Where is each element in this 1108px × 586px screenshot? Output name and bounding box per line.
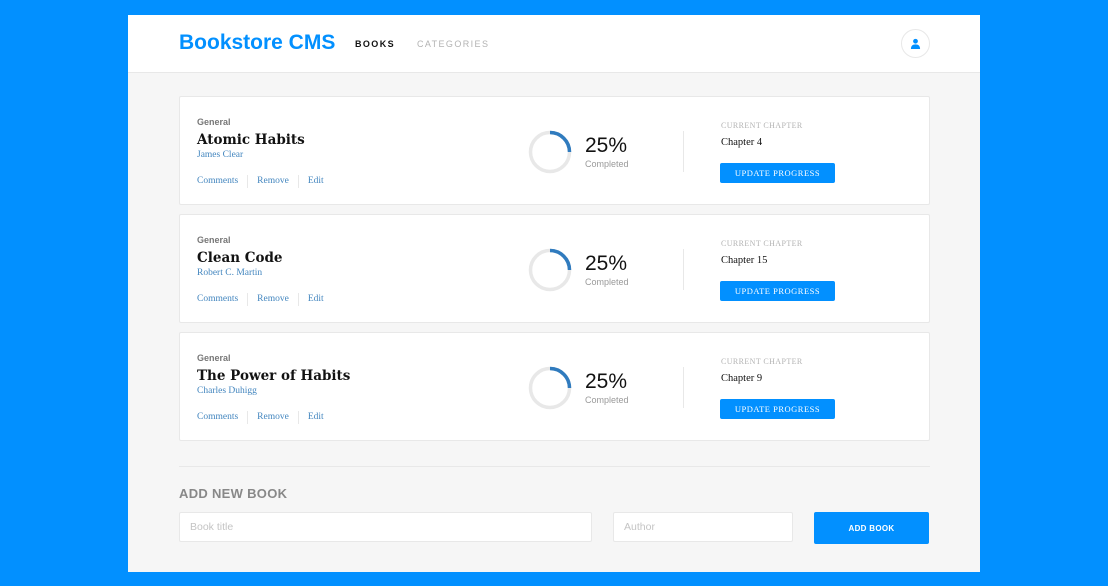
progress-ring bbox=[528, 248, 572, 292]
book-title: Atomic Habits bbox=[197, 132, 305, 148]
progress-divider bbox=[683, 131, 684, 172]
progress-ring-svg bbox=[528, 366, 572, 410]
book-genre: General bbox=[197, 117, 231, 127]
completed-label: Completed bbox=[585, 277, 629, 287]
nav-categories-link[interactable]: CATEGORIES bbox=[417, 39, 489, 49]
completed-label: Completed bbox=[585, 159, 629, 169]
remove-button[interactable]: Remove bbox=[257, 412, 289, 425]
progress-percent: 25% bbox=[585, 252, 628, 275]
remove-button[interactable]: Remove bbox=[257, 294, 289, 307]
form-divider bbox=[179, 466, 930, 467]
update-progress-button[interactable]: UPDATE PROGRESS bbox=[720, 399, 835, 419]
comments-button[interactable]: Comments bbox=[197, 412, 238, 425]
progress-divider bbox=[683, 249, 684, 290]
header: Bookstore CMS BOOKS CATEGORIES bbox=[128, 15, 980, 73]
current-chapter-label: CURRENT CHAPTER bbox=[721, 239, 803, 248]
progress-ring-svg bbox=[528, 130, 572, 174]
comments-button[interactable]: Comments bbox=[197, 294, 238, 307]
action-divider bbox=[247, 175, 249, 188]
progress-percent: 25% bbox=[585, 134, 628, 157]
update-progress-button[interactable]: UPDATE PROGRESS bbox=[720, 163, 835, 183]
book-card: General The Power of Habits Charles Duhi… bbox=[179, 332, 930, 441]
add-book-button[interactable]: ADD BOOK bbox=[814, 512, 929, 544]
update-progress-button[interactable]: UPDATE PROGRESS bbox=[720, 281, 835, 301]
book-card: General Atomic Habits James Clear Commen… bbox=[179, 96, 930, 205]
action-divider bbox=[297, 175, 299, 188]
progress-ring-svg bbox=[528, 248, 572, 292]
edit-button[interactable]: Edit bbox=[308, 176, 324, 189]
book-actions: Comments Remove Edit bbox=[197, 293, 324, 307]
book-title-input[interactable] bbox=[179, 512, 592, 542]
book-genre: General bbox=[197, 235, 231, 245]
action-divider bbox=[247, 411, 249, 424]
book-genre: General bbox=[197, 353, 231, 363]
current-chapter-value: Chapter 4 bbox=[721, 137, 763, 148]
book-author[interactable]: Charles Duhigg bbox=[197, 386, 257, 396]
current-chapter-label: CURRENT CHAPTER bbox=[721, 121, 803, 130]
app-panel: Bookstore CMS BOOKS CATEGORIES General A… bbox=[128, 15, 980, 572]
action-divider bbox=[297, 293, 299, 306]
action-divider bbox=[247, 293, 249, 306]
remove-button[interactable]: Remove bbox=[257, 176, 289, 189]
progress-ring bbox=[528, 366, 572, 410]
logo: Bookstore CMS bbox=[179, 31, 336, 54]
progress-divider bbox=[683, 367, 684, 408]
add-book-heading: ADD NEW BOOK bbox=[179, 486, 288, 501]
book-actions: Comments Remove Edit bbox=[197, 175, 324, 189]
completed-label: Completed bbox=[585, 395, 629, 405]
edit-button[interactable]: Edit bbox=[308, 412, 324, 425]
edit-button[interactable]: Edit bbox=[308, 294, 324, 307]
current-chapter-value: Chapter 15 bbox=[721, 255, 768, 266]
nav-books-link[interactable]: BOOKS bbox=[355, 39, 395, 49]
current-chapter-label: CURRENT CHAPTER bbox=[721, 357, 803, 366]
book-card: General Clean Code Robert C. Martin Comm… bbox=[179, 214, 930, 323]
author-input[interactable] bbox=[613, 512, 793, 542]
book-actions: Comments Remove Edit bbox=[197, 411, 324, 425]
user-icon bbox=[910, 38, 921, 49]
book-author[interactable]: Robert C. Martin bbox=[197, 268, 262, 278]
current-chapter-value: Chapter 9 bbox=[721, 373, 763, 384]
book-author[interactable]: James Clear bbox=[197, 150, 243, 160]
user-button[interactable] bbox=[901, 29, 930, 58]
book-title: The Power of Habits bbox=[197, 368, 351, 384]
progress-ring bbox=[528, 130, 572, 174]
action-divider bbox=[297, 411, 299, 424]
book-title: Clean Code bbox=[197, 250, 283, 266]
comments-button[interactable]: Comments bbox=[197, 176, 238, 189]
progress-percent: 25% bbox=[585, 370, 628, 393]
